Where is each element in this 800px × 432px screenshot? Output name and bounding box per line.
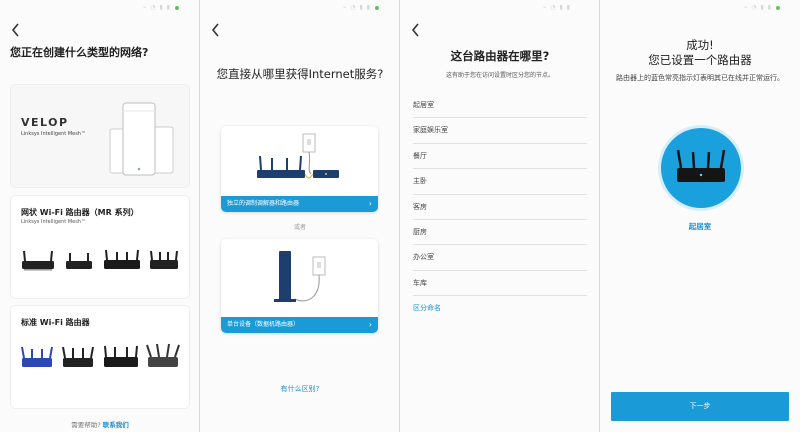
status-icons: ⌁ ◔ ▮ ▮	[542, 4, 571, 11]
status-icons: ⌁ ◔ ▮ ▮	[743, 4, 772, 11]
router-icon	[21, 346, 53, 367]
router-icon	[103, 345, 138, 367]
mesh-card-title: 网状 Wi-Fi 路由器（MR 系列）	[21, 208, 139, 217]
screen-internet-source: ⌁ ◔ ▮ ▮ 您直接从哪里获得Internet服务? 独立的调制调解器和路由器…	[200, 0, 400, 432]
mesh-card-subtitle: Linksys Intelligent Mesh™	[21, 219, 86, 225]
back-chevron-icon	[11, 23, 19, 37]
location-item[interactable]: 主卧	[413, 169, 587, 195]
router-location-label: 起居室	[688, 222, 712, 231]
single-device-option[interactable]: 单台设备（数据机路由器） ›	[221, 239, 378, 333]
app-screens: ⌁ ◔ ▮ ▮ 您正在创建什么类型的网络? VELOP Linksys Inte…	[0, 0, 800, 432]
router-status-badge	[661, 128, 741, 208]
option1-label: 独立的调制调解器和路由器	[227, 200, 300, 207]
back-button[interactable]	[410, 22, 422, 38]
location-item[interactable]: 办公室	[413, 245, 587, 271]
standard-router-images	[19, 342, 181, 372]
or-divider: 或者	[293, 224, 306, 231]
back-chevron-icon	[211, 23, 219, 37]
next-button[interactable]: 下一步	[611, 392, 789, 421]
velop-node-icon	[109, 102, 174, 176]
router-icon	[149, 250, 178, 269]
status-dot-icon	[776, 6, 780, 10]
status-dot-icon	[175, 6, 179, 10]
router-icon	[62, 346, 95, 367]
location-item[interactable]: 厨房	[413, 220, 587, 246]
mesh-router-option-card[interactable]: 网状 Wi-Fi 路由器（MR 系列） Linksys Intelligent …	[11, 196, 189, 298]
custom-name-link[interactable]: 区分命名	[413, 296, 587, 321]
success-title-line1: 成功!	[686, 38, 714, 52]
location-list: 起居室 家庭娱乐室 餐厅 主卧 客房 厨房 办公室 车库 区分命名	[413, 93, 587, 322]
router-icon	[103, 249, 140, 269]
modem-and-router-icon	[257, 133, 339, 179]
screen-router-location: ⌁ ◔ ▮ ▮ 这台路由器在哪里? 这有助于您在访问设置时区分您的节点。 起居室…	[400, 0, 600, 432]
chevron-right-icon: ›	[368, 199, 372, 208]
contact-us-link[interactable]: 联系我们	[103, 421, 129, 429]
success-subtitle: 路由器上的蓝色常亮指示灯表明其已在线并正常运行。	[616, 74, 784, 82]
modem-router-illustration	[221, 126, 378, 196]
success-title: 成功! 您已设置一个路由器	[600, 38, 800, 68]
modem-icon	[274, 251, 326, 302]
help-line: 需要帮助? 联系我们	[0, 419, 199, 429]
back-chevron-icon	[411, 23, 419, 37]
standard-router-option-card[interactable]: 标准 Wi-Fi 路由器	[11, 306, 189, 408]
success-title-line2: 您已设置一个路由器	[648, 53, 752, 67]
location-item[interactable]: 起居室	[413, 93, 587, 119]
router-icon	[66, 253, 93, 269]
page-title: 这台路由器在哪里?	[450, 49, 550, 63]
standard-card-title: 标准 Wi-Fi 路由器	[21, 318, 90, 327]
option1-label-bar: 独立的调制调解器和路由器 ›	[221, 196, 378, 212]
status-bar: ⌁ ◔ ▮ ▮	[600, 0, 800, 14]
location-item[interactable]: 客房	[413, 195, 587, 220]
page-title: 您正在创建什么类型的网络?	[10, 46, 149, 59]
mesh-router-images	[19, 248, 181, 274]
back-button[interactable]	[210, 22, 222, 38]
status-icons: ⌁ ◔ ▮ ▮	[142, 4, 171, 11]
status-dot-icon	[375, 6, 379, 10]
velop-option-card[interactable]: VELOP Linksys Intelligent Mesh™	[11, 85, 189, 187]
page-subtitle: 这有助于您在访问设置时区分您的节点。	[445, 72, 554, 79]
option2-label-bar: 单台设备（数据机路由器） ›	[221, 317, 378, 333]
page-title: 您直接从哪里获得Internet服务?	[216, 67, 384, 81]
separate-modem-router-option[interactable]: 独立的调制调解器和路由器 ›	[221, 126, 378, 212]
whats-the-difference-link[interactable]: 有什么区别?	[200, 384, 399, 394]
location-item[interactable]: 家庭娱乐室	[413, 118, 587, 144]
router-icon	[146, 343, 180, 367]
modem-router-combo-illustration	[221, 239, 378, 317]
status-icons: ⌁ ◔ ▮ ▮	[342, 4, 371, 11]
velop-subtitle: Linksys Intelligent Mesh™	[21, 131, 86, 137]
help-prefix: 需要帮助?	[71, 421, 101, 429]
screen-setup-success: ⌁ ◔ ▮ ▮ 成功! 您已设置一个路由器 路由器上的蓝色常亮指示灯表明其已在线…	[600, 0, 800, 432]
screen-network-type: ⌁ ◔ ▮ ▮ 您正在创建什么类型的网络? VELOP Linksys Inte…	[0, 0, 200, 432]
status-bar: ⌁ ◔ ▮ ▮	[0, 0, 199, 14]
back-button[interactable]	[10, 22, 22, 38]
chevron-right-icon: ›	[368, 320, 372, 329]
router-icon	[676, 149, 726, 182]
velop-logo: VELOP	[21, 116, 69, 129]
status-bar: ⌁ ◔ ▮ ▮	[200, 0, 399, 14]
location-item[interactable]: 车库	[413, 271, 587, 297]
status-bar: ⌁ ◔ ▮ ▮	[400, 0, 599, 14]
option2-label: 单台设备（数据机路由器）	[227, 321, 300, 328]
location-item[interactable]: 餐厅	[413, 144, 587, 170]
router-icon	[22, 250, 54, 271]
